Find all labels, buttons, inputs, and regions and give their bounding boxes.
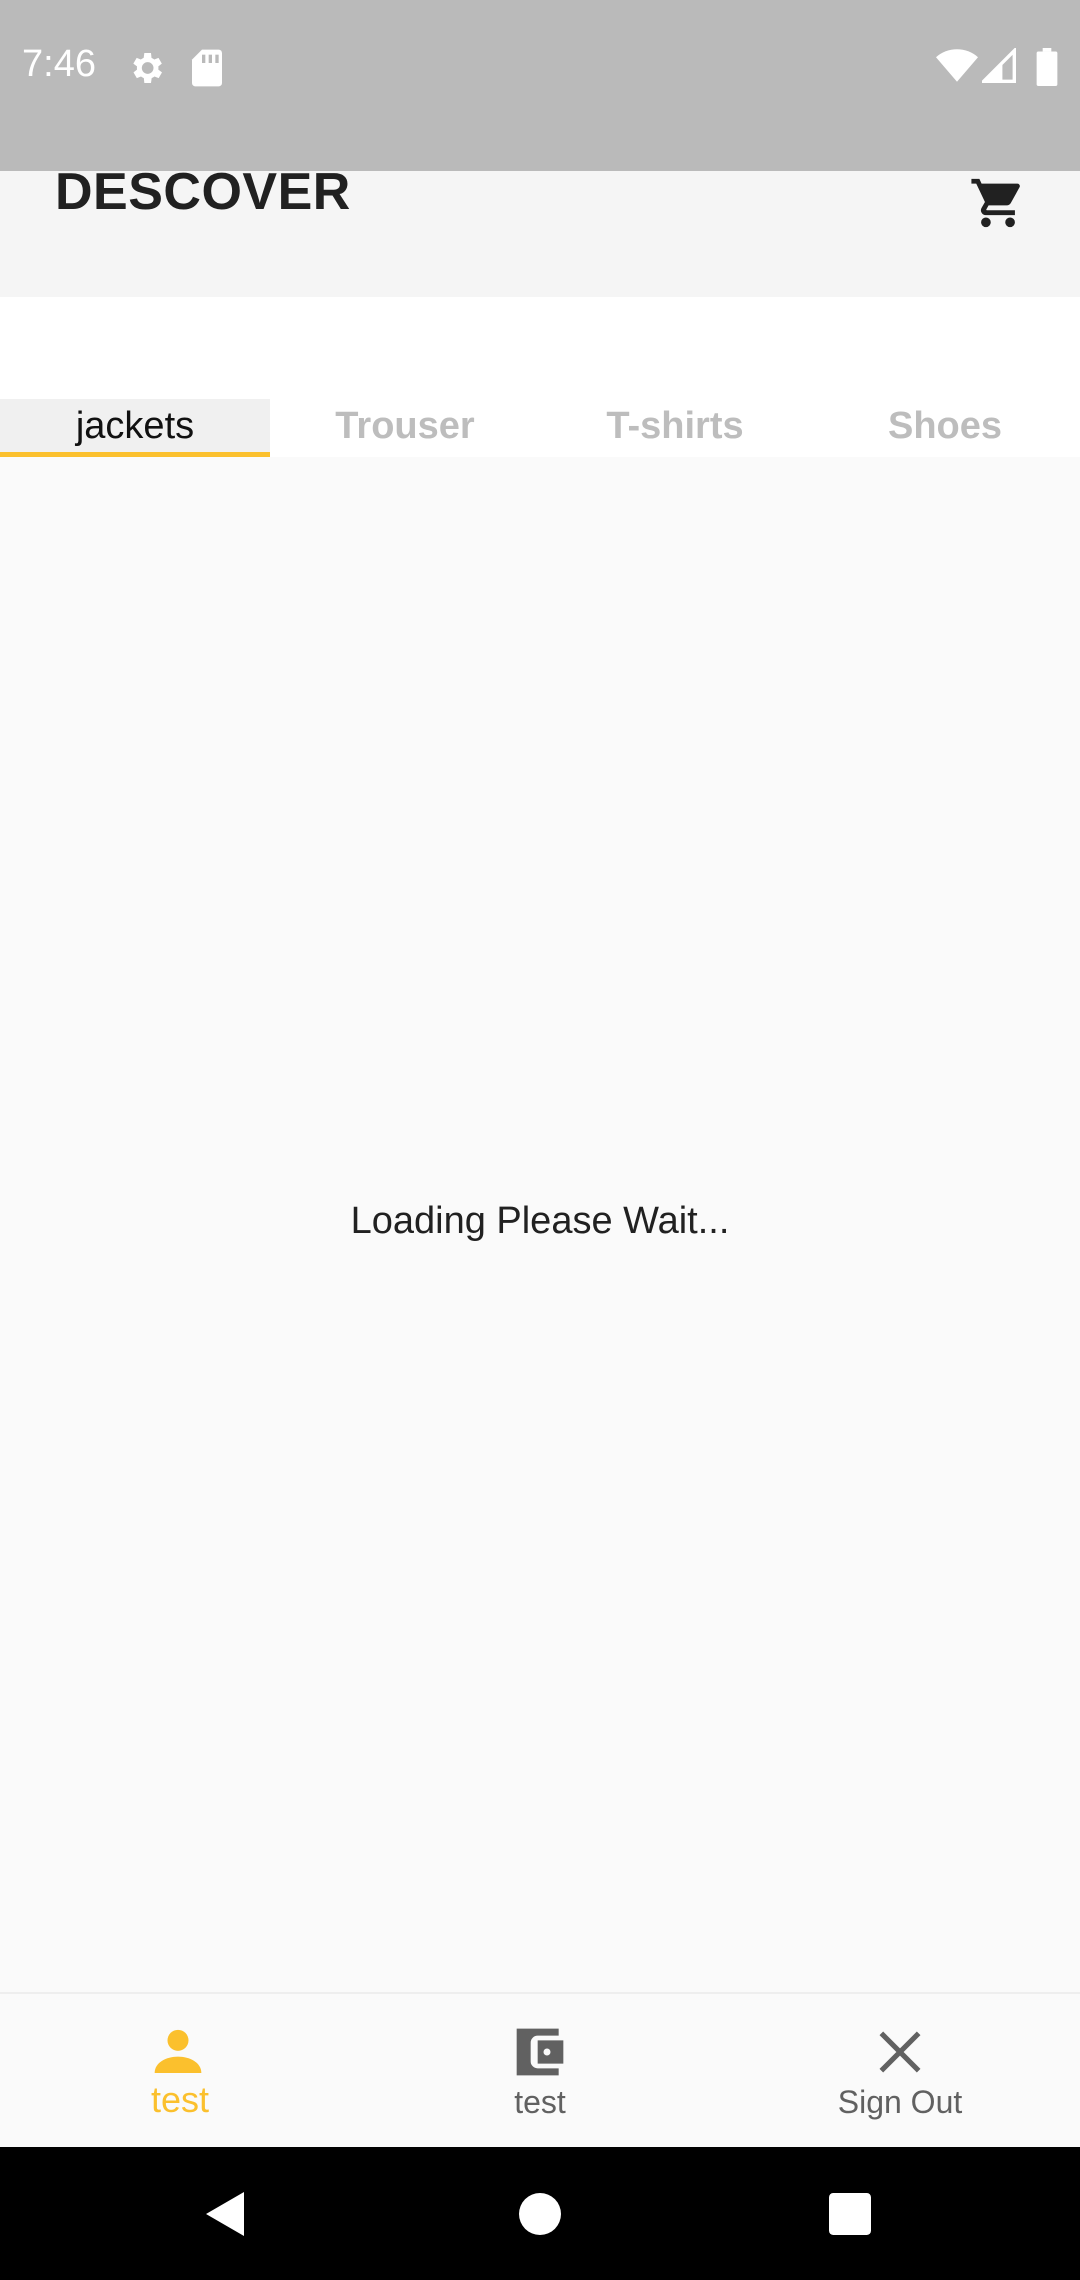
bottom-nav-sign-out[interactable]: Sign Out xyxy=(720,1994,1080,2149)
page-title: DESCOVER xyxy=(55,163,351,221)
category-tabs: jackets Trouser T-shirts Shoes xyxy=(0,399,1080,457)
bottom-nav-test-wallet[interactable]: test xyxy=(360,1994,720,2149)
sd-card-icon xyxy=(190,48,224,93)
recents-icon[interactable] xyxy=(790,2147,910,2280)
bottom-nav-test-profile[interactable]: test xyxy=(0,1994,360,2149)
tab-label: Trouser xyxy=(335,405,475,447)
cell-signal-icon xyxy=(979,46,1016,89)
system-navigation-bar xyxy=(0,2147,1080,2280)
person-icon xyxy=(150,2024,206,2080)
battery-icon xyxy=(1036,48,1058,91)
tab-jackets[interactable]: jackets xyxy=(0,399,270,457)
home-icon[interactable] xyxy=(480,2147,600,2280)
tab-label: Shoes xyxy=(887,405,1003,447)
wifi-icon xyxy=(936,48,978,89)
content-area: Loading Please Wait... xyxy=(0,457,1080,1992)
tabs-area: jackets Trouser T-shirts Shoes xyxy=(0,297,1080,457)
app-bar: DESCOVER xyxy=(0,163,1080,297)
tab-label: T-shirts xyxy=(606,405,744,447)
tab-label: jackets xyxy=(75,405,195,447)
back-icon[interactable] xyxy=(166,2147,286,2280)
status-time: 7:46 xyxy=(22,43,96,85)
loading-message: Loading Please Wait... xyxy=(350,1200,730,1242)
bottom-navigation: test test Sign Out xyxy=(0,1992,1080,2147)
bottom-nav-label: test xyxy=(150,2079,210,2120)
close-icon xyxy=(872,2024,928,2080)
gear-icon xyxy=(126,48,166,93)
tab-trouser[interactable]: Trouser xyxy=(270,399,540,455)
wallet-icon xyxy=(512,2024,568,2080)
bottom-nav-label: Sign Out xyxy=(837,2084,963,2120)
bottom-nav-label: test xyxy=(514,2084,566,2120)
tab-shoes[interactable]: Shoes xyxy=(810,399,1080,455)
shopping-cart-icon[interactable] xyxy=(966,171,1030,235)
status-bar: 7:46 xyxy=(0,0,1080,171)
tab-t-shirts[interactable]: T-shirts xyxy=(540,399,810,455)
